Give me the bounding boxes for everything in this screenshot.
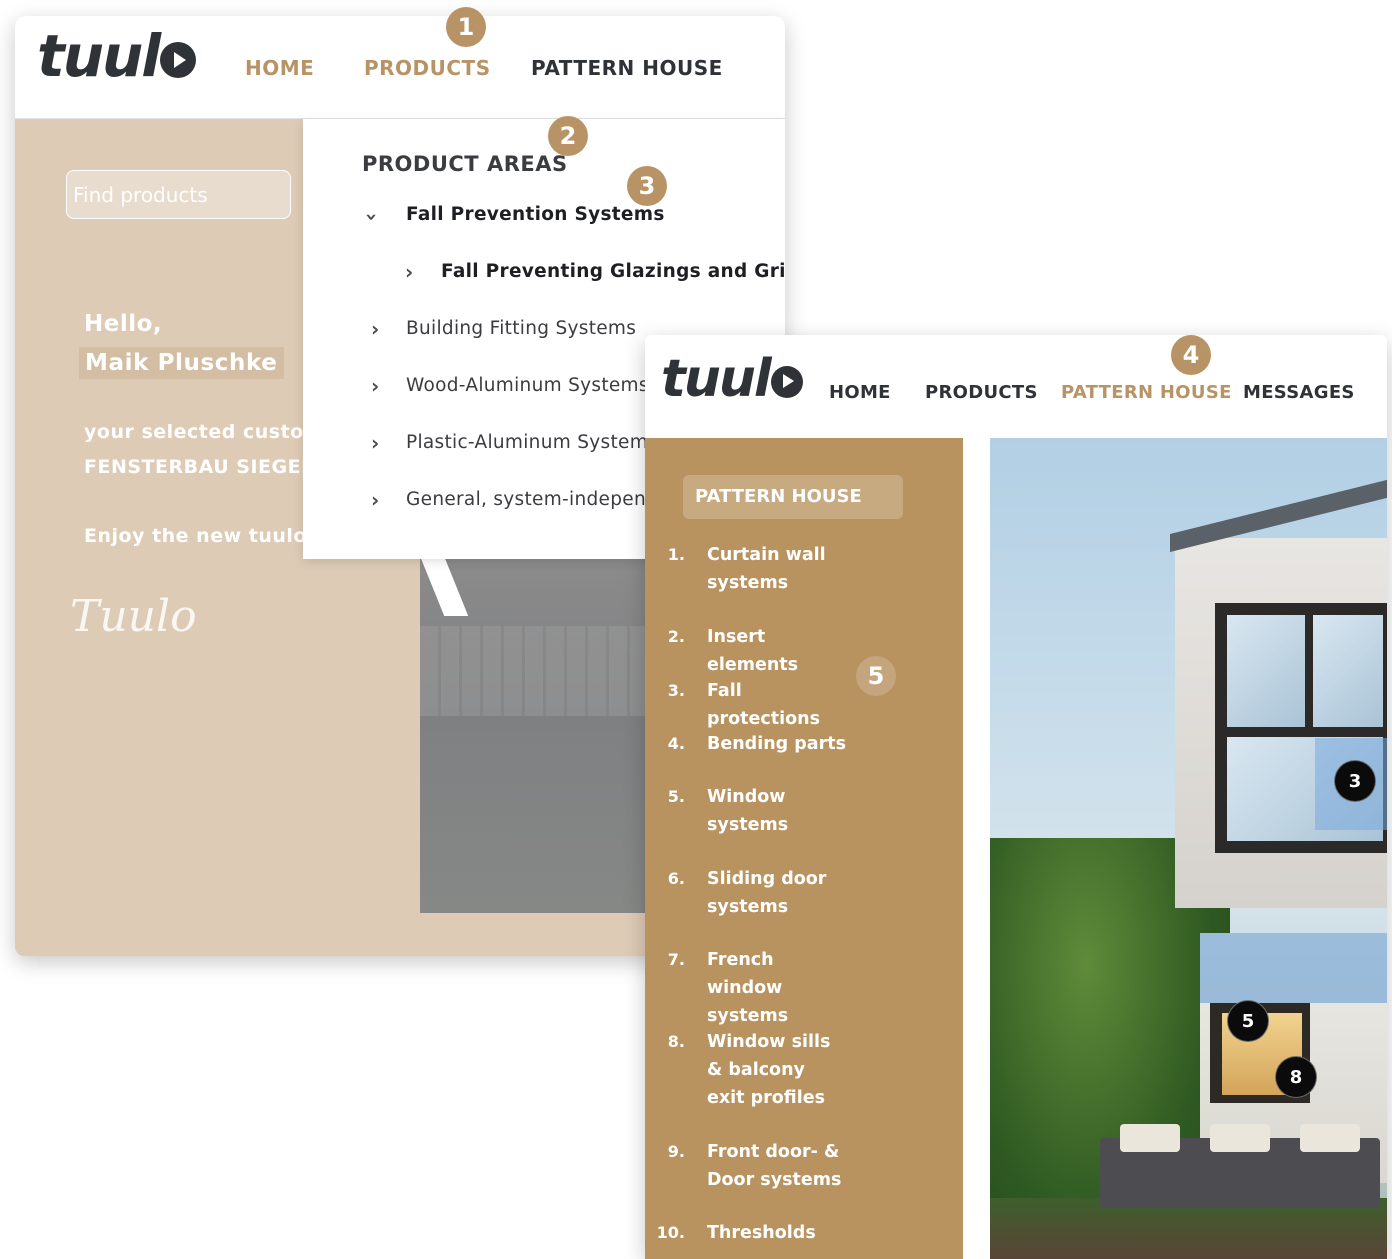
cushion [1210,1124,1270,1152]
cushion [1300,1124,1360,1152]
tuulo-logo[interactable]: tuul [661,349,803,409]
list-item[interactable]: 9. Front door- & Door systems [668,1138,847,1194]
chevron-down-icon[interactable]: › [360,213,384,221]
customer-name: FENSTERBAU SIEGEN [84,456,318,478]
nav-home[interactable]: HOME [829,382,891,403]
nav-pattern-house[interactable]: PATTERN HOUSE [1061,382,1232,403]
header-bar: tuul HOME PRODUCTS PATTERN HOUSE MESSAGE… [645,335,1387,438]
annotation-badge-1: 1 [446,7,486,47]
list-item[interactable]: 3. Fall protections [668,677,857,733]
chevron-right-icon[interactable]: › [371,431,379,455]
chevron-right-icon[interactable]: › [371,317,379,341]
window-pane [1227,615,1305,727]
nav-pattern-house[interactable]: PATTERN HOUSE [531,56,723,80]
list-item-label: Front door- & Door systems [707,1142,842,1190]
sidebar: PATTERN HOUSE 1. Curtain wall systems 2.… [645,438,963,1259]
play-icon [770,365,803,398]
signature: Tuulo [70,591,197,642]
list-item-number: 10. [656,1223,685,1242]
list-item-label: Bending parts [707,734,847,754]
list-item-number: 7. [667,950,685,969]
menu-item-building-fitting[interactable]: Building Fitting Systems [406,318,636,339]
hotspot-8[interactable]: 8 [1275,1056,1317,1098]
menu-item-wood-aluminum[interactable]: Wood-Aluminum Systems [406,375,649,396]
list-item[interactable]: 5. Window systems [668,783,807,839]
list-item-label: Thresholds [707,1223,816,1243]
list-item[interactable]: 10. Thresholds [657,1219,857,1247]
glass-canopy [1200,933,1387,1003]
list-item-number: 6. [667,869,685,888]
hotspot-3[interactable]: 3 [1334,760,1376,802]
menu-item-plastic-aluminum[interactable]: Plastic-Aluminum Systems [406,432,658,453]
chevron-right-icon[interactable]: › [371,488,379,512]
list-item[interactable]: 4. Bending parts [668,730,857,758]
list-item[interactable]: 2. Insert elements [668,623,857,679]
nav-products[interactable]: PRODUCTS [364,56,491,80]
list-item-number: 2. [667,627,685,646]
list-item-label: Curtain wall systems [707,545,826,593]
welcome-text: Enjoy the new tuulo a [84,525,328,547]
list-item-number: 8. [667,1032,685,1051]
selected-customer-label: your selected custom [84,421,325,443]
header-bar: tuul HOME PRODUCTS PATTERN HOUSE [15,16,785,119]
list-item[interactable]: 1. Curtain wall systems [668,541,857,597]
list-item-number: 5. [667,787,685,806]
nav-home[interactable]: HOME [245,56,314,80]
chevron-right-icon[interactable]: › [371,374,379,398]
laptop-keyboard [420,626,660,716]
list-item-number: 4. [667,734,685,753]
annotation-badge-4: 4 [1171,335,1211,375]
list-item-label: French window systems [707,950,789,1026]
window-pane [1313,615,1383,727]
list-item[interactable]: 7. French window systems [668,946,847,1030]
list-item-number: 1. [667,545,685,564]
menu-item-fall-preventing-glazings[interactable]: Fall Preventing Glazings and Grids [441,261,785,282]
list-item-label: Fall protections [707,681,821,729]
menu-item-general[interactable]: General, system-independe [406,489,670,510]
pattern-house-window: tuul HOME PRODUCTS PATTERN HOUSE MESSAGE… [645,335,1387,1259]
cushion [1120,1124,1180,1152]
list-item-number: 9. [667,1142,685,1161]
tuulo-logo[interactable]: tuul [37,22,197,90]
menu-item-fall-prevention[interactable]: Fall Prevention Systems [406,204,665,225]
greeting-hello: Hello, [84,311,163,337]
laptop-lid [420,556,469,616]
annotation-badge-2: 2 [548,116,588,156]
list-item-label: Insert elements [707,627,799,675]
nav-messages[interactable]: MESSAGES [1243,382,1355,403]
dropdown-title: PRODUCT AREAS [362,152,568,176]
list-item-label: Window sills & balcony exit profiles [707,1032,831,1108]
list-item-label: Window systems [707,787,789,835]
list-item[interactable]: 8. Window sills & balcony exit profiles [668,1028,847,1112]
sidebar-title[interactable]: PATTERN HOUSE [683,475,903,519]
hotspot-5[interactable]: 5 [1227,1000,1269,1042]
nav-products[interactable]: PRODUCTS [925,382,1038,403]
annotation-badge-5: 5 [856,656,896,696]
user-name: Maik Pluschke [79,347,284,379]
list-item-label: Sliding door systems [707,869,827,917]
play-icon [160,42,197,78]
laptop-photo [420,556,660,913]
chevron-right-icon[interactable]: › [405,260,413,284]
pattern-house-image [990,438,1387,1259]
list-item-number: 3. [667,681,685,700]
lounge-sofa [1100,1124,1380,1208]
list-item[interactable]: 6. Sliding door systems [668,865,837,921]
search-input[interactable]: Find products [66,170,291,219]
annotation-badge-3: 3 [627,166,667,206]
